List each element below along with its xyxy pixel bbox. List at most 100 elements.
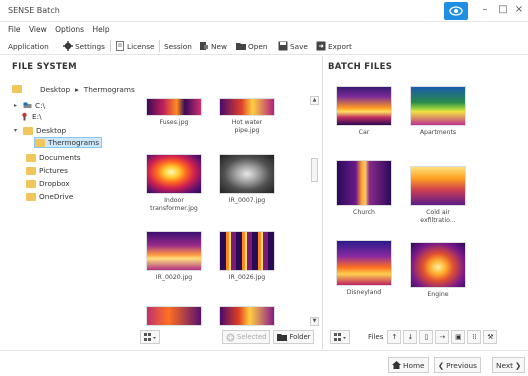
batch-view-mode-button[interactable] bbox=[330, 330, 350, 344]
thumbnail-scrollbar[interactable]: ▲ ▼ bbox=[310, 96, 319, 326]
window-title: SENSE Batch bbox=[8, 6, 60, 15]
menu-view[interactable]: View bbox=[29, 23, 47, 36]
tree-item-label: E:\ bbox=[32, 112, 42, 121]
thermal-image bbox=[410, 86, 466, 126]
tree-item-e-drive[interactable]: E:\ bbox=[20, 111, 42, 122]
move-up-button[interactable]: ↑ bbox=[387, 330, 402, 344]
minimize-button[interactable]: – bbox=[478, 3, 492, 17]
home-button[interactable]: Home bbox=[388, 357, 429, 373]
new-button[interactable]: New bbox=[199, 39, 227, 53]
scroll-down-icon[interactable]: ▼ bbox=[310, 317, 319, 326]
file-system-title: FILE SYSTEM bbox=[12, 62, 77, 72]
tree-item-onedrive[interactable]: OneDrive bbox=[26, 191, 73, 202]
usb-drive-icon bbox=[22, 112, 27, 121]
dash-button[interactable]: ⇢ bbox=[435, 330, 450, 344]
folder-icon bbox=[23, 126, 33, 135]
application-label: Application bbox=[8, 41, 49, 51]
collapse-arrow-icon[interactable]: ▾ bbox=[14, 127, 20, 134]
thumbnail-item[interactable]: Indoor transformer.jpg bbox=[146, 154, 202, 213]
open-label: Open bbox=[248, 41, 268, 51]
eye-icon[interactable] bbox=[444, 2, 468, 20]
thumbnail-item[interactable] bbox=[219, 306, 275, 326]
thumbnail-caption: Church bbox=[353, 209, 375, 216]
batch-thumbnail-item[interactable]: Cold air exfiltratio... bbox=[410, 166, 466, 225]
view-mode-button[interactable] bbox=[140, 330, 160, 344]
thumbnail-item[interactable]: Hot water pipe.jpg bbox=[219, 98, 275, 135]
delete-button[interactable]: ▯ bbox=[419, 330, 434, 344]
export-button[interactable]: Export bbox=[316, 39, 352, 53]
arrange-button[interactable]: ⁞⁞ bbox=[467, 330, 482, 344]
chevron-left-icon: ❮ bbox=[438, 360, 445, 370]
breadcrumb-desktop[interactable]: Desktop bbox=[40, 85, 70, 94]
file-system-bottombar bbox=[140, 328, 160, 346]
menu-help[interactable]: Help bbox=[93, 23, 110, 36]
tree-item-label: OneDrive bbox=[39, 192, 74, 201]
batch-thumbnail-item[interactable]: Disneyland bbox=[336, 240, 392, 297]
expand-arrow-icon[interactable]: ▸ bbox=[14, 102, 20, 109]
folder-add-icon bbox=[277, 333, 288, 341]
move-down-button[interactable]: ↓ bbox=[403, 330, 418, 344]
thermal-image bbox=[219, 98, 275, 116]
batch-thumbnail-item[interactable]: Engine bbox=[410, 242, 466, 299]
license-button[interactable]: License bbox=[115, 39, 155, 53]
grid-dots-icon: ⁞⁞ bbox=[472, 333, 477, 341]
arrow-up-icon: ↑ bbox=[391, 333, 398, 341]
tree-item-thermograms[interactable]: Thermograms bbox=[34, 137, 103, 148]
selected-label: Selected bbox=[237, 333, 267, 341]
calendar-button[interactable]: ▣ bbox=[451, 330, 466, 344]
settings-button[interactable]: Settings bbox=[63, 39, 105, 53]
tree-item-pictures[interactable]: Pictures bbox=[26, 165, 68, 176]
calendar-icon: ▣ bbox=[455, 333, 462, 341]
thumbnail-item[interactable]: IR_0020.jpg bbox=[146, 231, 202, 282]
save-button[interactable]: Save bbox=[278, 39, 308, 53]
maximize-button[interactable]: □ bbox=[496, 3, 510, 17]
application-button[interactable]: Application bbox=[8, 39, 49, 53]
thumbnail-caption: Indoor transformer.jpg bbox=[150, 197, 198, 212]
scroll-up-icon[interactable]: ▲ bbox=[310, 96, 319, 105]
tree-item-documents[interactable]: Documents bbox=[26, 152, 81, 163]
dash-arrow-icon: ⇢ bbox=[439, 333, 446, 341]
tree-item-c-drive[interactable]: ▸ C:\ bbox=[14, 100, 45, 111]
tree-item-desktop[interactable]: ▾ Desktop bbox=[14, 125, 66, 136]
tree-item-label: C:\ bbox=[35, 101, 46, 110]
breadcrumb-thermograms[interactable]: Thermograms bbox=[84, 85, 135, 94]
open-button[interactable]: Open bbox=[236, 39, 268, 53]
thumbnail-item[interactable]: IR_0026.jpg bbox=[219, 231, 275, 282]
folder-icon bbox=[35, 138, 45, 147]
scroll-thumb[interactable] bbox=[311, 158, 318, 182]
pane-divider[interactable] bbox=[322, 56, 323, 349]
tools-button[interactable]: ⚒ bbox=[483, 330, 498, 344]
thumbnail-item[interactable]: Fuses.jpg bbox=[146, 98, 202, 127]
menu-file[interactable]: File bbox=[8, 23, 21, 36]
batch-thumbnails: Car Apartments Church Cold air exfiltrat… bbox=[330, 80, 526, 325]
grid-view-icon bbox=[334, 332, 346, 341]
next-button[interactable]: Next ❯ bbox=[492, 357, 526, 373]
breadcrumb: Desktop ▸ Thermograms bbox=[12, 82, 135, 96]
batch-files-title: BATCH FILES bbox=[328, 62, 393, 72]
thumbnail-caption: Car bbox=[358, 129, 370, 136]
batch-bottombar: Files ↑ ↓ ▯ ⇢ ▣ ⁞⁞ ⚒ bbox=[330, 328, 498, 346]
menu-options[interactable]: Options bbox=[55, 23, 84, 36]
add-folder-button[interactable]: Folder bbox=[273, 330, 315, 344]
batch-thumbnail-item[interactable]: Church bbox=[336, 160, 392, 217]
tree-item-dropbox[interactable]: Dropbox bbox=[26, 178, 70, 189]
batch-thumbnail-item[interactable]: Apartments bbox=[410, 86, 466, 137]
home-label: Home bbox=[403, 360, 425, 370]
wrench-icon: ⚒ bbox=[487, 333, 494, 341]
thumbnail-caption: Hot water pipe.jpg bbox=[231, 119, 263, 134]
export-label: Export bbox=[328, 41, 352, 51]
export-icon bbox=[316, 41, 326, 51]
session-button[interactable]: Session bbox=[164, 39, 192, 53]
file-thumbnails: Fuses.jpg Hot water pipe.jpg Indoor tran… bbox=[136, 96, 322, 326]
thumbnail-caption: IR_0026.jpg bbox=[228, 274, 266, 281]
menu-bar: File View Options Help bbox=[0, 23, 528, 36]
home-icon bbox=[392, 361, 401, 369]
previous-button[interactable]: ❮ Previous bbox=[434, 357, 481, 373]
thermal-image bbox=[219, 231, 275, 271]
close-button[interactable]: × bbox=[512, 3, 526, 17]
batch-thumbnail-item[interactable]: Car bbox=[336, 86, 392, 137]
thumbnail-item[interactable]: IR_0007.jpg bbox=[219, 154, 275, 205]
thumbnail-item[interactable] bbox=[146, 306, 202, 326]
file-system-actions: Selected Folder bbox=[222, 328, 315, 346]
add-selected-button[interactable]: Selected bbox=[222, 330, 271, 344]
